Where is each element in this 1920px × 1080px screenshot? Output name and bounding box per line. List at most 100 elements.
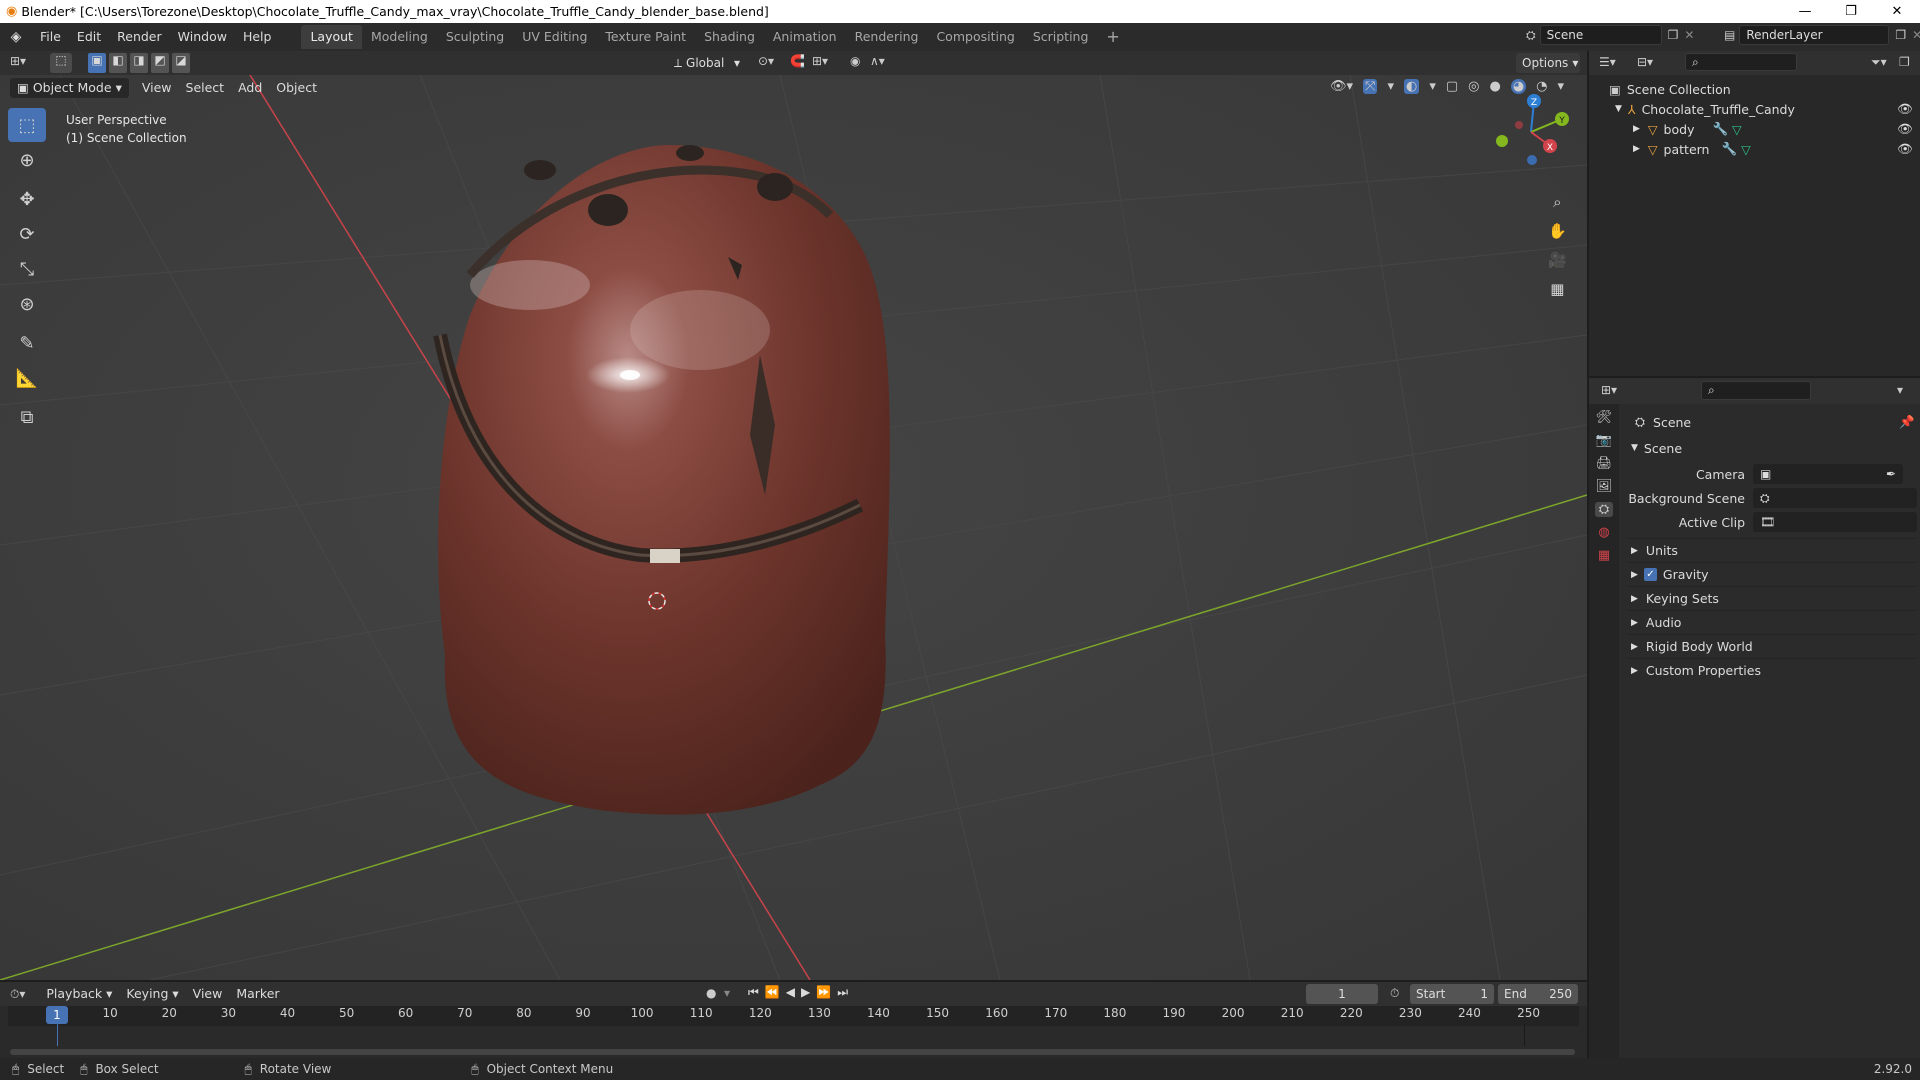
editor-type-icon[interactable]: ⊞▾: [10, 54, 26, 68]
camera-view-icon[interactable]: 🎥: [1548, 251, 1567, 269]
scene-icon[interactable]: ⛭: [1526, 28, 1536, 43]
overlays-toggle-icon[interactable]: ◐: [1403, 79, 1420, 94]
select-extend-icon[interactable]: ◧: [109, 53, 127, 73]
jump-start-icon[interactable]: ⏮: [748, 985, 759, 1000]
scene-selector[interactable]: Scene: [1539, 25, 1662, 45]
timeline-menu-marker[interactable]: Marker: [229, 984, 286, 1004]
zoom-icon[interactable]: ⌕: [1553, 193, 1561, 211]
move-tool-icon[interactable]: ✥: [8, 182, 46, 216]
scene-tab-icon[interactable]: ⛭: [1594, 502, 1614, 517]
world-tab-icon[interactable]: ◍: [1598, 525, 1609, 540]
annotate-tool-icon[interactable]: ✎: [8, 326, 46, 360]
add-workspace-icon[interactable]: +: [1097, 25, 1128, 49]
jump-end-icon[interactable]: ⏭: [837, 985, 848, 1000]
eye-visible-icon[interactable]: 👁: [1897, 121, 1913, 137]
workspace-tab-rendering[interactable]: Rendering: [846, 25, 928, 49]
expand-arrow-icon[interactable]: ▶: [1633, 124, 1640, 134]
workspace-tab-animation[interactable]: Animation: [764, 25, 846, 49]
playhead[interactable]: 1: [46, 1006, 68, 1024]
output-tab-icon[interactable]: 🖨: [1596, 456, 1613, 471]
menu-help[interactable]: Help: [235, 25, 280, 49]
jump-keyframe-back-icon[interactable]: ⏪: [765, 985, 780, 1000]
material-shading-icon[interactable]: ◕: [1510, 79, 1527, 94]
gizmo-toggle-icon[interactable]: ⤧: [1363, 79, 1378, 94]
display-mode-icon[interactable]: ⊟▾: [1637, 55, 1653, 69]
workspace-tab-sculpting[interactable]: Sculpting: [437, 25, 513, 49]
eyedropper-icon[interactable]: ✒: [1886, 467, 1896, 481]
visibility-eye-icon[interactable]: 👁▾: [1330, 79, 1353, 94]
workspace-tab-shading[interactable]: Shading: [695, 25, 764, 49]
solid-shading-icon[interactable]: ●: [1489, 79, 1500, 94]
delete-renderlayer-icon[interactable]: ✕: [1912, 28, 1920, 42]
new-scene-icon[interactable]: ❐: [1668, 28, 1679, 42]
delete-scene-icon[interactable]: ✕: [1684, 28, 1694, 42]
new-collection-icon[interactable]: ❐: [1899, 55, 1910, 69]
rigid-body-world-panel-header[interactable]: ▶ Rigid Body World: [1627, 634, 1917, 658]
outliner-row-body[interactable]: ▶ ▽ body 🔧 ▽ 👁: [1589, 119, 1920, 139]
properties-search-input[interactable]: ⌕: [1701, 381, 1811, 400]
select-tool-icon[interactable]: ⬚: [50, 53, 72, 73]
current-frame-field[interactable]: 1: [1306, 984, 1378, 1004]
pin-icon[interactable]: 📌: [1899, 414, 1915, 430]
eye-visible-icon[interactable]: 👁: [1897, 141, 1913, 157]
pan-hand-icon[interactable]: ✋: [1548, 222, 1567, 240]
renderlayer-selector[interactable]: RenderLayer: [1739, 25, 1890, 45]
end-frame-field[interactable]: End 250: [1498, 984, 1578, 1004]
render-tab-icon[interactable]: 📷: [1596, 433, 1612, 448]
workspace-tab-texture-paint[interactable]: Texture Paint: [596, 25, 695, 49]
keying-sets-panel-header[interactable]: ▶ Keying Sets: [1627, 586, 1917, 610]
background-scene-field[interactable]: ⛭: [1753, 488, 1917, 508]
gravity-panel-header[interactable]: ▶ ✓ Gravity: [1627, 562, 1917, 586]
chevron-down-icon[interactable]: ▾: [724, 986, 730, 1000]
expand-arrow-icon[interactable]: ▼: [1615, 104, 1622, 114]
3d-viewport[interactable]: User Perspective (1) Scene Collection Z …: [0, 75, 1587, 980]
transform-orientation-dropdown[interactable]: ⟂ Global ▾: [668, 53, 746, 73]
outliner-row-scene-collection[interactable]: ▣ Scene Collection: [1589, 79, 1920, 99]
outliner-editor-type-icon[interactable]: ☰▾: [1599, 55, 1616, 69]
select-box-tool-icon[interactable]: ⬚: [8, 108, 46, 142]
properties-editor-type-icon[interactable]: ⊞▾: [1601, 383, 1617, 397]
auto-keying-icon[interactable]: ●: [706, 986, 716, 1000]
eye-visible-icon[interactable]: 👁: [1897, 101, 1913, 117]
measure-tool-icon[interactable]: 📐: [8, 361, 46, 395]
camera-field[interactable]: ▣ ✒: [1753, 464, 1903, 484]
viewport-menu-view[interactable]: View: [135, 78, 179, 98]
ortho-grid-icon[interactable]: ▦: [1550, 280, 1564, 298]
rotate-tool-icon[interactable]: ⟳: [8, 217, 46, 251]
play-icon[interactable]: ▶: [801, 985, 810, 1000]
minimize-icon[interactable]: —: [1782, 0, 1828, 23]
workspace-tab-compositing[interactable]: Compositing: [927, 25, 1023, 49]
filter-icon[interactable]: ⏷▾: [1871, 55, 1887, 70]
chevron-down-icon[interactable]: ▾: [1387, 79, 1394, 94]
falloff-icon[interactable]: ∧▾: [870, 54, 885, 68]
play-reverse-icon[interactable]: ◀: [786, 985, 795, 1000]
select-invert-icon[interactable]: ◩: [151, 53, 169, 73]
workspace-tab-modeling[interactable]: Modeling: [362, 25, 437, 49]
wireframe-shading-icon[interactable]: ◎: [1468, 79, 1479, 94]
add-cube-tool-icon[interactable]: ⧉: [8, 400, 46, 434]
workspace-tab-layout[interactable]: Layout: [301, 25, 362, 49]
timeline-menu-playback[interactable]: Playback ▾: [39, 984, 119, 1004]
preview-range-icon[interactable]: ⏱: [1390, 986, 1399, 1001]
expand-arrow-icon[interactable]: ▶: [1633, 144, 1640, 154]
jump-keyframe-forward-icon[interactable]: ⏩: [816, 985, 831, 1000]
workspace-tab-uv-editing[interactable]: UV Editing: [513, 25, 596, 49]
rendered-shading-icon[interactable]: ◔: [1536, 79, 1547, 94]
snap-target-icon[interactable]: ⊞▾: [812, 54, 828, 68]
active-clip-field[interactable]: 🎞: [1753, 512, 1917, 532]
view-layer-tab-icon[interactable]: 🖼: [1596, 479, 1613, 494]
chevron-down-icon[interactable]: ▾: [1429, 79, 1436, 94]
audio-panel-header[interactable]: ▶ Audio: [1627, 610, 1917, 634]
close-icon[interactable]: ✕: [1874, 0, 1920, 23]
blender-menu-icon[interactable]: ◈: [0, 29, 32, 45]
units-panel-header[interactable]: ▶ Units: [1627, 538, 1917, 562]
timeline-menu-view[interactable]: View: [186, 984, 230, 1004]
outliner-row-pattern[interactable]: ▶ ▽ pattern 🔧 ▽ 👁: [1589, 139, 1920, 159]
scene-panel-header[interactable]: ▼ Scene: [1627, 436, 1917, 460]
timeline-scrollbar[interactable]: [10, 1049, 1575, 1055]
new-renderlayer-icon[interactable]: ❐: [1895, 28, 1906, 42]
proportional-edit-icon[interactable]: ◉: [850, 54, 860, 68]
menu-window[interactable]: Window: [170, 25, 235, 49]
cursor-tool-icon[interactable]: ⊕: [8, 143, 46, 177]
scale-tool-icon[interactable]: ⤡: [8, 252, 46, 286]
